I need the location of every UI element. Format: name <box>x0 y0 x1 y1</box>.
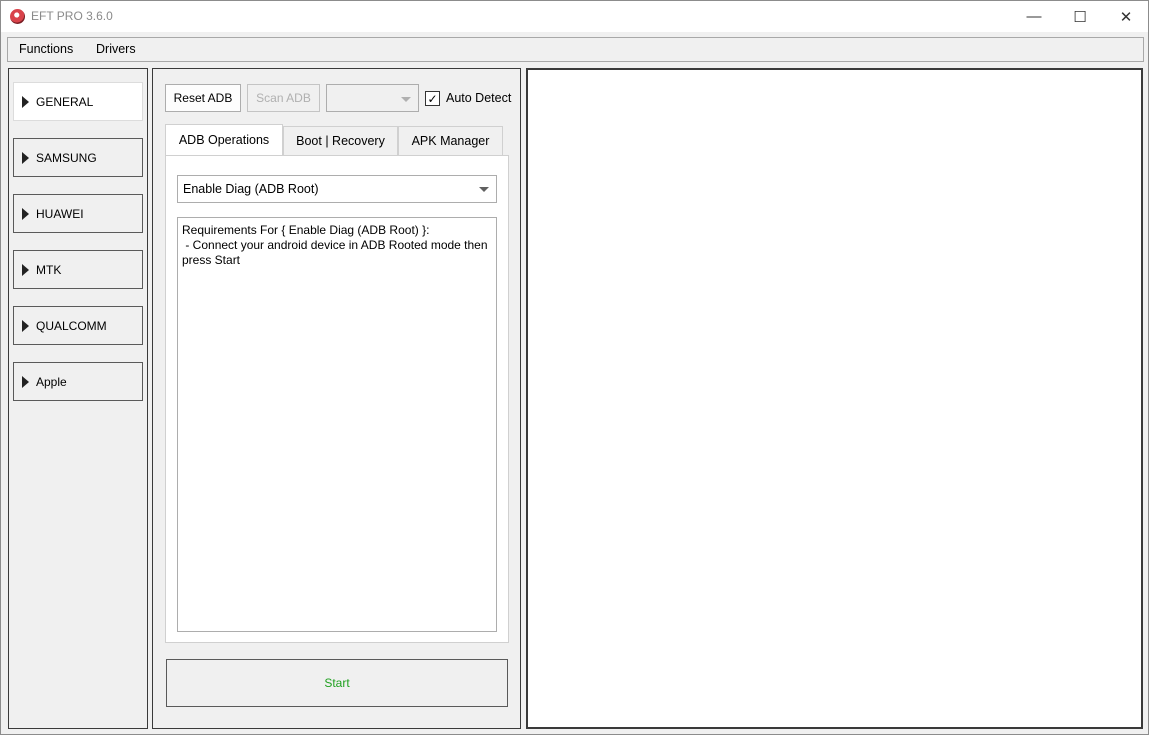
tab-apk-manager[interactable]: APK Manager <box>398 126 503 155</box>
sidebar-item-huawei[interactable]: HUAWEI <box>13 194 143 233</box>
chevron-down-icon <box>479 187 489 192</box>
tab-boot-recovery[interactable]: Boot | Recovery <box>283 126 398 155</box>
window-title: EFT PRO 3.6.0 <box>31 9 113 23</box>
tab-strip: ADB Operations Boot | Recovery APK Manag… <box>165 124 509 158</box>
sidebar-item-label: Apple <box>36 374 67 389</box>
requirements-textarea[interactable]: Requirements For { Enable Diag (ADB Root… <box>177 217 497 632</box>
sidebar-item-samsung[interactable]: SAMSUNG <box>13 138 143 177</box>
menu-bar: Functions Drivers <box>7 37 1144 62</box>
scan-adb-button[interactable]: Scan ADB <box>247 84 320 112</box>
log-output-panel[interactable] <box>526 68 1143 729</box>
close-icon[interactable]: ✕ <box>1103 1 1149 32</box>
chevron-down-icon <box>401 97 411 102</box>
device-select[interactable] <box>326 84 419 112</box>
maximize-icon[interactable]: ☐ <box>1057 1 1103 32</box>
menu-functions[interactable]: Functions <box>19 38 73 61</box>
operation-select[interactable]: Enable Diag (ADB Root) <box>177 175 497 203</box>
sidebar-item-label: QUALCOMM <box>36 318 107 333</box>
auto-detect-label: Auto Detect <box>446 91 512 105</box>
operation-select-value: Enable Diag (ADB Root) <box>183 182 319 196</box>
requirements-line: - Connect your android device in ADB Roo… <box>182 238 491 267</box>
app-logo-icon <box>10 9 25 24</box>
expand-arrow-icon <box>22 151 29 164</box>
operations-panel: Reset ADB Scan ADB ✓ Auto Detect ADB Ope… <box>152 68 521 729</box>
expand-arrow-icon <box>22 319 29 332</box>
expand-arrow-icon <box>22 207 29 220</box>
sidebar-item-label: SAMSUNG <box>36 150 97 165</box>
tab-content: Enable Diag (ADB Root) Requirements For … <box>165 155 509 643</box>
tab-adb-operations[interactable]: ADB Operations <box>165 124 283 155</box>
brand-sidebar: GENERAL SAMSUNG HUAWEI MTK QUALCOMM Appl… <box>8 68 148 729</box>
sidebar-item-mtk[interactable]: MTK <box>13 250 143 289</box>
sidebar-item-label: MTK <box>36 262 62 277</box>
app-window: EFT PRO 3.6.0 — ☐ ✕ Functions Drivers GE… <box>0 0 1149 735</box>
menu-drivers[interactable]: Drivers <box>96 38 136 61</box>
sidebar-item-label: HUAWEI <box>36 206 84 221</box>
start-button[interactable]: Start <box>166 659 508 707</box>
checkmark-icon: ✓ <box>427 91 438 106</box>
requirements-line: Requirements For { Enable Diag (ADB Root… <box>182 223 430 237</box>
sidebar-item-qualcomm[interactable]: QUALCOMM <box>13 306 143 345</box>
reset-adb-button[interactable]: Reset ADB <box>165 84 241 112</box>
auto-detect-checkbox[interactable]: ✓ <box>425 91 440 106</box>
expand-arrow-icon <box>22 263 29 276</box>
sidebar-item-apple[interactable]: Apple <box>13 362 143 401</box>
minimize-icon[interactable]: — <box>1011 1 1057 32</box>
sidebar-item-label: GENERAL <box>36 94 94 109</box>
expand-arrow-icon <box>22 95 29 108</box>
expand-arrow-icon <box>22 375 29 388</box>
sidebar-item-general[interactable]: GENERAL <box>13 82 143 121</box>
title-bar: EFT PRO 3.6.0 — ☐ ✕ <box>1 1 1148 32</box>
